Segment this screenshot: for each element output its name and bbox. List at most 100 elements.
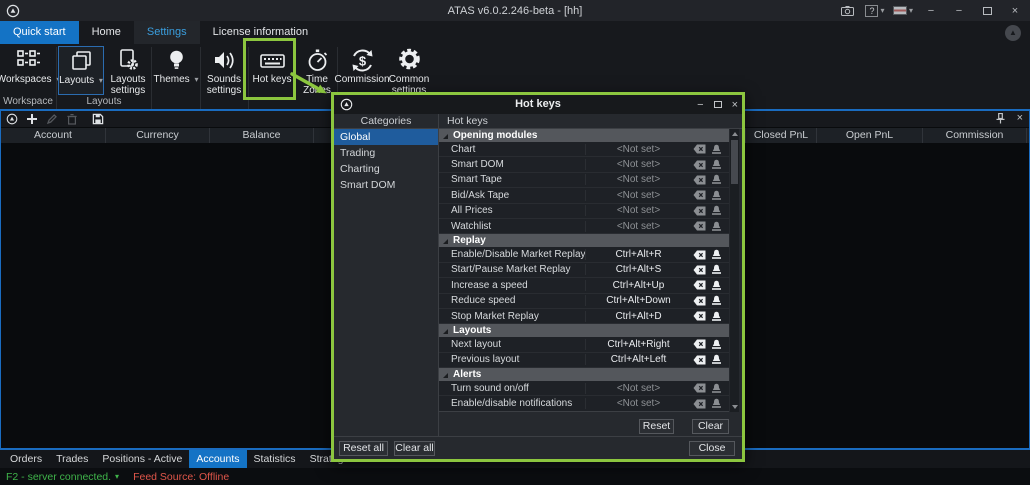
hotkey-row[interactable]: Chart <Not set> [439,142,729,157]
close-dialog-button[interactable]: Close [689,441,735,456]
reset-button[interactable]: Reset [639,419,674,434]
hotkey-row[interactable]: Start/Pause Market Replay Ctrl+Alt+S [439,263,729,278]
clear-hotkey-icon[interactable] [693,190,706,200]
hotkey-value[interactable]: <Not set> [585,159,691,170]
hotkey-row[interactable]: Next layout Ctrl+Alt+Right [439,337,729,352]
collapse-section-icon[interactable] [443,239,448,244]
panel-close-button[interactable]: × [1017,112,1023,124]
clear-hotkey-icon[interactable] [693,280,706,290]
dialog-scrollbar[interactable] [730,129,739,412]
minimize-button[interactable]: − [948,2,970,19]
hotkey-value[interactable]: Ctrl+Alt+Right [585,339,691,350]
hotkey-row[interactable]: Watchlist <Not set> [439,219,729,234]
hotkey-row[interactable]: All Prices <Not set> [439,204,729,219]
clear-hotkey-icon[interactable] [693,160,706,170]
hotkey-row[interactable]: Smart Tape <Not set> [439,173,729,188]
clear-all-button[interactable]: Clear all [394,441,435,456]
collapse-section-icon[interactable] [443,329,448,334]
column-header-account[interactable]: Account [1,128,106,143]
pin-icon[interactable] [996,113,1005,124]
bell-icon[interactable] [711,159,722,170]
hotkey-row[interactable]: Previous layout Ctrl+Alt+Left [439,353,729,368]
dialog-title-bar[interactable]: Hot keys − × [334,95,742,114]
column-header-commission[interactable]: Commission [923,128,1027,143]
bottom-tab[interactable]: Accounts [189,450,246,468]
bell-icon[interactable] [711,221,722,232]
bell-icon[interactable] [711,339,722,350]
chevron-down-icon[interactable]: ▾ [115,472,119,481]
tab-home[interactable]: Home [79,21,134,44]
bell-icon[interactable] [711,280,722,291]
edit-account-button[interactable] [46,113,58,125]
column-header-balance[interactable]: Balance [210,128,314,143]
common-settings-button[interactable]: Common settings [386,46,432,95]
tab-settings[interactable]: Settings [134,21,200,44]
clear-hotkey-icon[interactable] [693,144,706,154]
clear-hotkey-icon[interactable] [693,265,706,275]
workspaces-button[interactable]: Workspaces ▾ [2,46,55,95]
clear-hotkey-icon[interactable] [693,296,706,306]
bell-icon[interactable] [711,264,722,275]
clear-hotkey-icon[interactable] [693,311,706,321]
reset-all-button[interactable]: Reset all [339,441,388,456]
hotkey-row[interactable]: Alerts [439,368,729,381]
help-button[interactable]: ?▾ [864,2,886,19]
clear-hotkey-icon[interactable] [693,221,706,231]
hotkey-value[interactable]: <Not set> [585,144,691,155]
column-header-closed-pnl[interactable]: Closed PnL [746,128,817,143]
bell-icon[interactable] [711,398,722,409]
hotkey-value[interactable]: Ctrl+Alt+Left [585,354,691,365]
clear-hotkey-icon[interactable] [693,206,706,216]
hotkey-row[interactable]: Enable/disable notifications <Not set> [439,396,729,411]
hotkey-value[interactable]: Ctrl+Alt+Up [585,280,691,291]
screenshot-button[interactable] [836,2,858,19]
save-export-button[interactable] [92,113,104,125]
bell-icon[interactable] [711,311,722,322]
hotkey-row[interactable]: Stop Market Replay Ctrl+Alt+D [439,309,729,324]
hotkey-value[interactable]: <Not set> [585,221,691,232]
hotkey-row[interactable]: Layouts [439,324,729,337]
hotkey-row[interactable]: Smart DOM <Not set> [439,157,729,172]
bell-icon[interactable] [711,174,722,185]
language-button[interactable]: ▾ [892,2,914,19]
bottom-tab[interactable]: Orders [3,450,49,468]
category-item[interactable]: Smart DOM [334,177,438,193]
category-item[interactable]: Global [334,129,438,145]
hotkey-value[interactable]: <Not set> [585,383,691,394]
column-header-open-pnl[interactable]: Open PnL [817,128,923,143]
scroll-down-icon[interactable] [732,405,738,409]
tab-quick-start[interactable]: Quick start [0,21,79,44]
scroll-up-icon[interactable] [732,132,738,136]
delete-account-button[interactable] [66,113,78,125]
hotkey-row[interactable]: Reduce speed Ctrl+Alt+Down [439,294,729,309]
hotkey-row[interactable]: Bid/Ask Tape <Not set> [439,188,729,203]
collapse-section-icon[interactable] [443,134,448,139]
hotkey-value[interactable]: Ctrl+Alt+D [585,311,691,322]
bottom-tab[interactable]: Positions - Active [95,450,189,468]
bell-icon[interactable] [711,383,722,394]
commission-button[interactable]: $ Commission [338,46,386,95]
collapse-ribbon-button[interactable]: ▲ [1005,25,1021,41]
bell-icon[interactable] [711,354,722,365]
hotkey-value[interactable]: <Not set> [585,174,691,185]
bottom-tab[interactable]: Trades [49,450,95,468]
category-item[interactable]: Charting [334,161,438,177]
hotkey-value[interactable]: Ctrl+Alt+R [585,249,691,260]
bell-icon[interactable] [711,144,722,155]
connection-status[interactable]: F2 - server connected. [6,471,111,483]
bell-icon[interactable] [711,249,722,260]
themes-button[interactable]: Themes ▾ [154,46,198,95]
clear-hotkey-icon[interactable] [693,250,706,260]
hotkey-value[interactable]: <Not set> [585,398,691,409]
hotkey-value[interactable]: <Not set> [585,205,691,216]
hotkey-row[interactable]: Increase a speed Ctrl+Alt+Up [439,278,729,293]
hotkey-row[interactable]: Replay [439,234,729,247]
clear-hotkey-icon[interactable] [693,355,706,365]
sounds-settings-button[interactable]: Sounds settings [202,46,246,95]
layouts-button[interactable]: Layouts ▾ [58,46,104,95]
clear-hotkey-icon[interactable] [693,175,706,185]
hotkey-row[interactable]: Opening modules [439,129,729,142]
clear-hotkey-icon[interactable] [693,339,706,349]
clear-hotkey-icon[interactable] [693,383,706,393]
bell-icon[interactable] [711,205,722,216]
